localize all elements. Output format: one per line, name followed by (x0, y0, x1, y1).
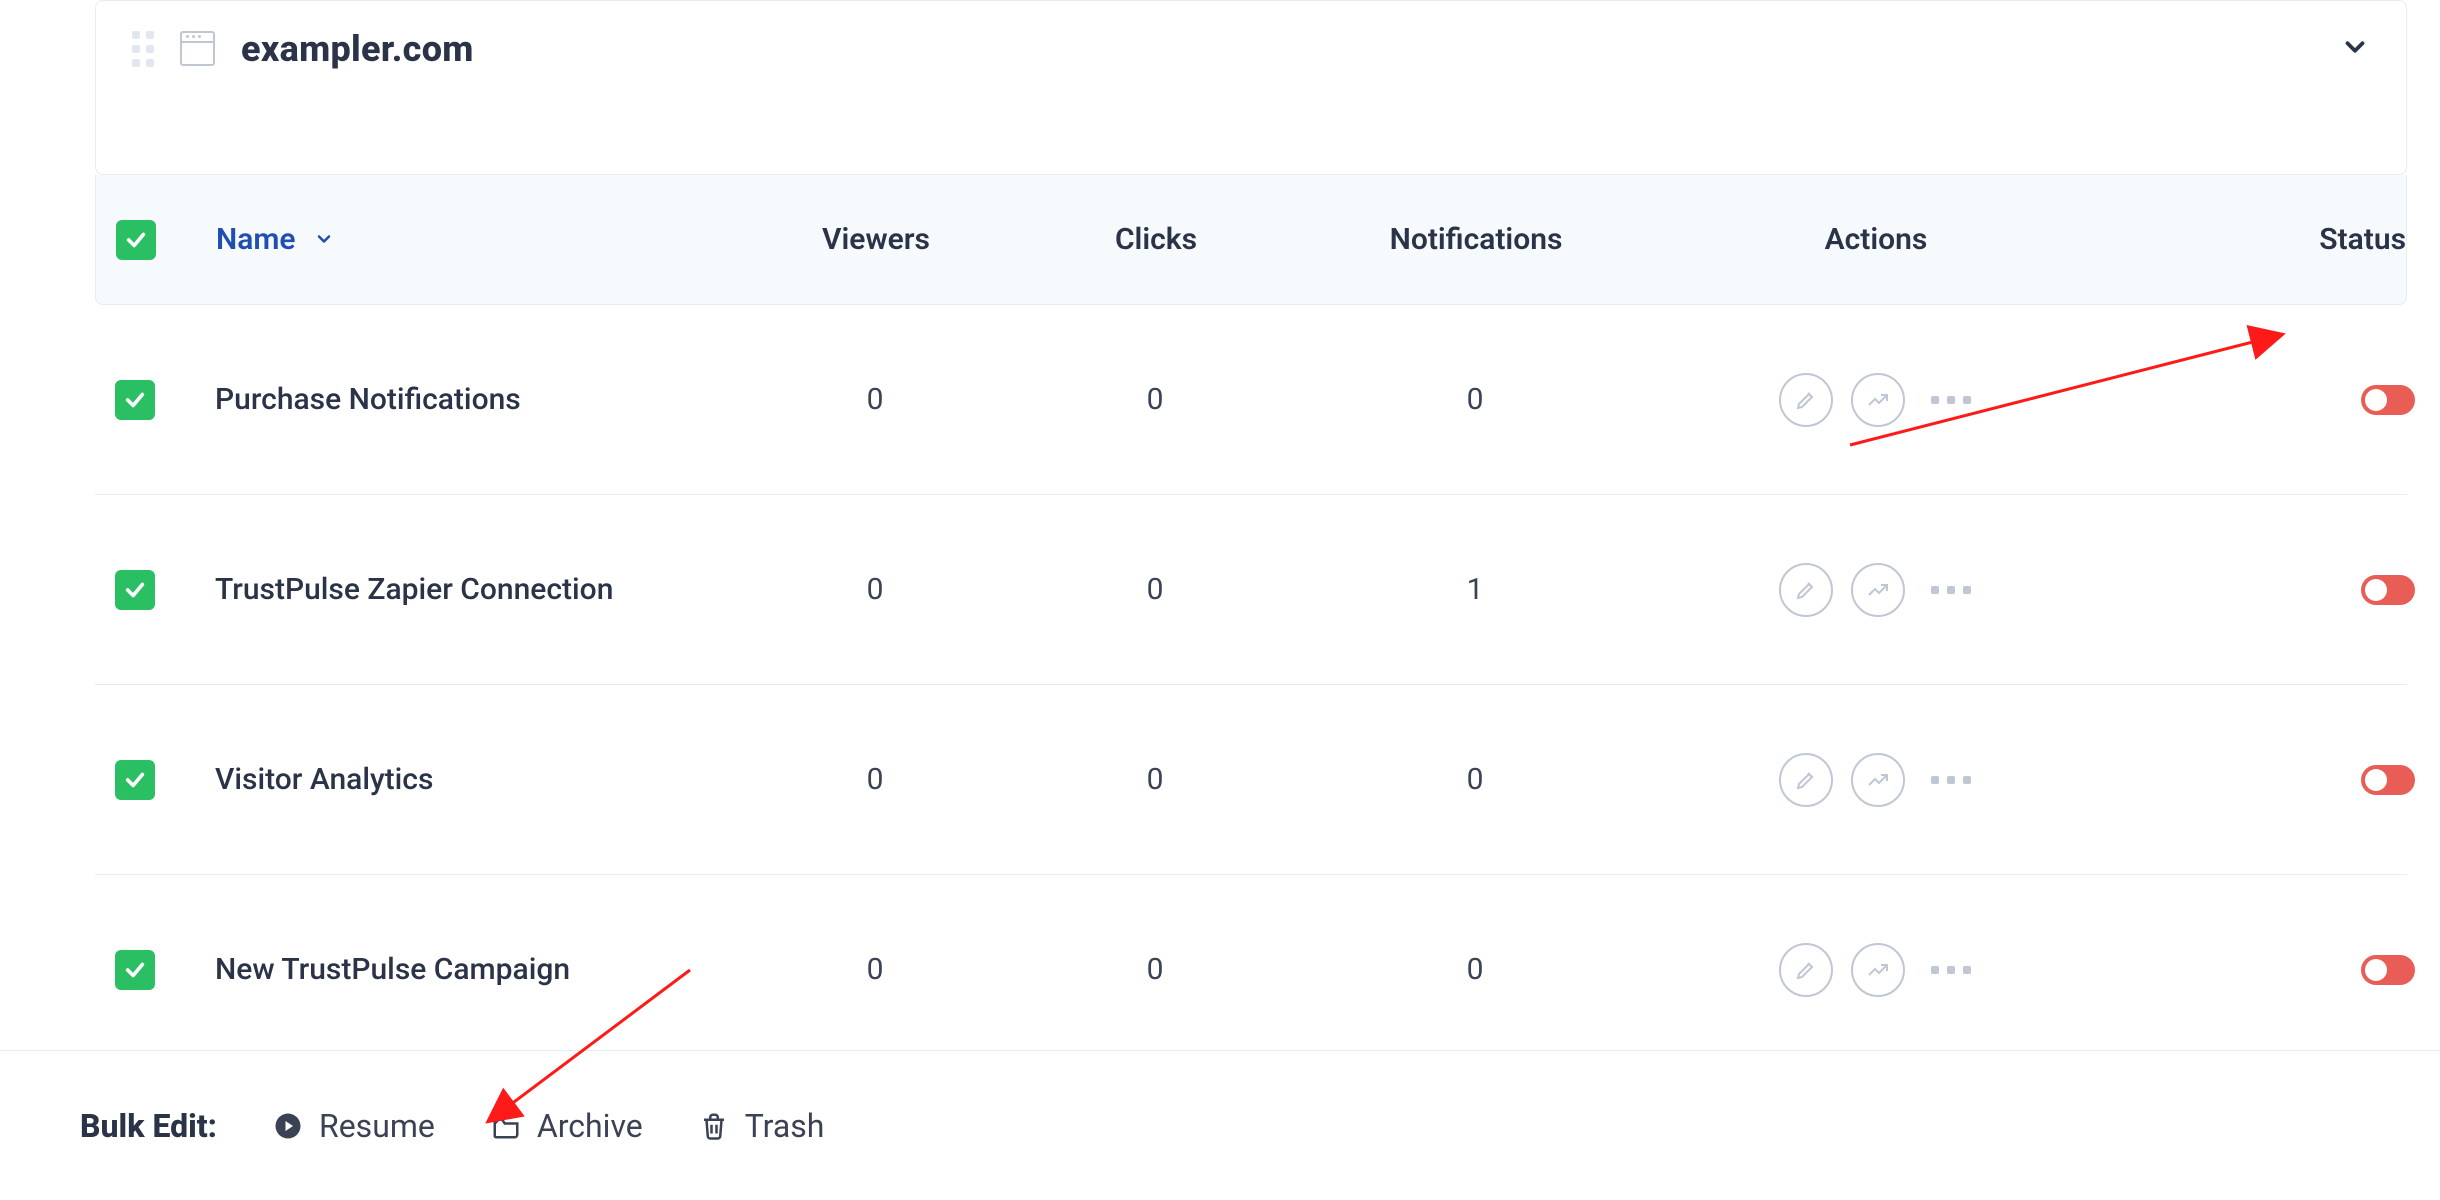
bulk-edit-label: Bulk Edit: (80, 1107, 217, 1145)
table-row: TrustPulse Zapier Connection 0 0 1 (95, 495, 2407, 685)
check-icon (124, 769, 146, 791)
column-name-label: Name (216, 222, 296, 257)
row-viewers: 0 (867, 762, 884, 797)
pencil-icon (1794, 768, 1818, 792)
pencil-icon (1794, 388, 1818, 412)
table-body: Purchase Notifications000TrustPulse Zapi… (95, 305, 2407, 1035)
row-actions (1779, 943, 1971, 997)
bulk-edit-bar: Bulk Edit: Resume Archive Trash (0, 1050, 2440, 1200)
row-checkbox[interactable] (115, 950, 155, 990)
folder-open-icon (491, 1111, 521, 1141)
analytics-button[interactable] (1851, 373, 1905, 427)
analytics-icon (1866, 388, 1890, 412)
row-clicks: 0 (1147, 572, 1164, 607)
site-window-icon (180, 31, 215, 66)
edit-button[interactable] (1779, 373, 1833, 427)
column-viewers-header: Viewers (822, 222, 930, 257)
bulk-trash-button[interactable]: Trash (699, 1107, 825, 1145)
table-row: Visitor Analytics 0 0 0 (95, 685, 2407, 875)
row-actions (1779, 753, 1971, 807)
row-notifications: 0 (1467, 382, 1484, 417)
analytics-button[interactable] (1851, 943, 1905, 997)
check-icon (124, 579, 146, 601)
site-card: exampler.com (95, 0, 2407, 175)
row-clicks: 0 (1147, 952, 1164, 987)
row-name[interactable]: Visitor Analytics (215, 762, 735, 797)
more-button[interactable] (1931, 396, 1971, 404)
status-toggle[interactable] (2361, 575, 2415, 605)
row-viewers: 0 (867, 572, 884, 607)
check-icon (124, 389, 146, 411)
edit-button[interactable] (1779, 943, 1833, 997)
bulk-resume-label: Resume (319, 1107, 435, 1145)
row-name[interactable]: New TrustPulse Campaign (215, 952, 735, 987)
status-toggle[interactable] (2361, 385, 2415, 415)
play-circle-icon (273, 1111, 303, 1141)
more-button[interactable] (1931, 776, 1971, 784)
pencil-icon (1794, 958, 1818, 982)
chevron-down-icon (2340, 32, 2370, 62)
row-actions (1779, 373, 1971, 427)
bulk-resume-button[interactable]: Resume (273, 1107, 435, 1145)
analytics-button[interactable] (1851, 753, 1905, 807)
sort-icon (314, 222, 334, 257)
row-viewers: 0 (867, 382, 884, 417)
analytics-icon (1866, 578, 1890, 602)
column-status-header: Status (2319, 222, 2416, 257)
select-all-checkbox[interactable] (116, 220, 156, 260)
row-actions (1779, 563, 1971, 617)
analytics-icon (1866, 768, 1890, 792)
bulk-archive-label: Archive (537, 1107, 643, 1145)
row-checkbox[interactable] (115, 760, 155, 800)
trash-icon (699, 1111, 729, 1141)
more-button[interactable] (1931, 966, 1971, 974)
table-row: Purchase Notifications 0 0 0 (95, 305, 2407, 495)
row-viewers: 0 (867, 952, 884, 987)
pencil-icon (1794, 578, 1818, 602)
edit-button[interactable] (1779, 563, 1833, 617)
column-actions-header: Actions (1825, 222, 1928, 257)
collapse-toggle[interactable] (2340, 32, 2370, 66)
row-notifications: 0 (1467, 762, 1484, 797)
status-toggle[interactable] (2361, 765, 2415, 795)
check-icon (125, 229, 147, 251)
bulk-archive-button[interactable]: Archive (491, 1107, 643, 1145)
edit-button[interactable] (1779, 753, 1833, 807)
row-name[interactable]: Purchase Notifications (215, 382, 735, 417)
status-toggle[interactable] (2361, 955, 2415, 985)
column-notifications-header: Notifications (1390, 222, 1563, 257)
row-clicks: 0 (1147, 762, 1164, 797)
row-notifications: 1 (1467, 572, 1484, 607)
column-name-header[interactable]: Name (216, 222, 736, 257)
row-checkbox[interactable] (115, 380, 155, 420)
row-notifications: 0 (1467, 952, 1484, 987)
row-name[interactable]: TrustPulse Zapier Connection (215, 572, 735, 607)
more-button[interactable] (1931, 586, 1971, 594)
site-title: exampler.com (241, 28, 474, 70)
bulk-trash-label: Trash (745, 1107, 825, 1145)
table-row: New TrustPulse Campaign 0 0 0 (95, 875, 2407, 1065)
row-checkbox[interactable] (115, 570, 155, 610)
check-icon (124, 959, 146, 981)
analytics-icon (1866, 958, 1890, 982)
column-clicks-header: Clicks (1115, 222, 1197, 257)
drag-handle-icon[interactable] (132, 31, 154, 67)
analytics-button[interactable] (1851, 563, 1905, 617)
table-header: Name Viewers Clicks Notifications Action… (95, 175, 2407, 305)
row-clicks: 0 (1147, 382, 1164, 417)
